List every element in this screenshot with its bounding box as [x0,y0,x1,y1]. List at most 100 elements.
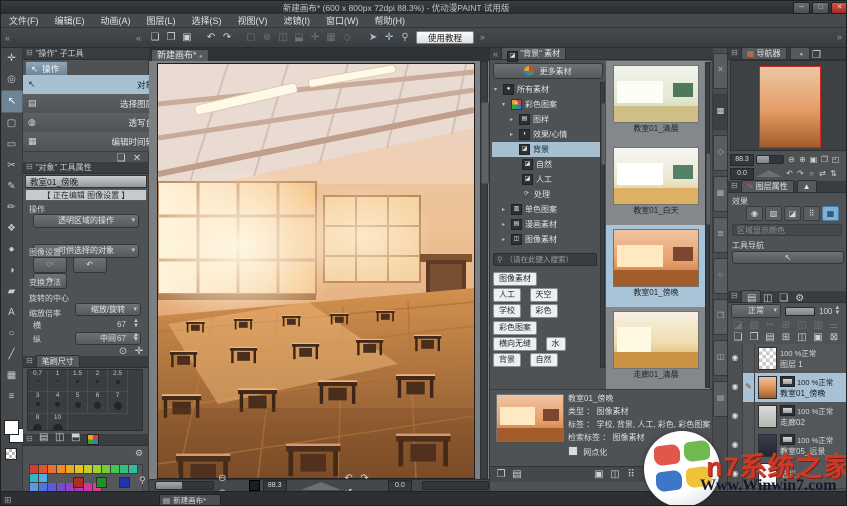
material-item-selected[interactable]: 教室01_傍晚 [606,225,706,307]
tool-icon[interactable]: ▰ [2,281,22,302]
panel-menu-icon[interactable]: ⊟ [26,433,33,445]
undo-redo-icon[interactable]: ↶ [203,30,219,45]
brush-size-cell[interactable]: 0.7 [28,370,48,392]
layer-tool-icon[interactable]: ⊞ [778,330,794,345]
menu-item[interactable]: 动画(A) [93,14,139,28]
file-tool-icon[interactable]: ▣ [179,30,195,45]
tree-item-mono-pattern[interactable]: ▸▥单色图案 [492,202,610,217]
navigator-rotate-icon[interactable]: ⇄ [817,168,828,179]
effect-icon[interactable]: ⠿ [803,206,820,221]
transparent-color-swatch[interactable] [5,448,17,460]
collapse-chevron-icon[interactable]: « [5,33,10,43]
wrench-icon[interactable]: ⚙ [135,448,143,459]
canvas-zoom-slider[interactable] [155,481,214,490]
tag-school[interactable]: 学校 [493,304,521,318]
tool-icon[interactable]: ≡ [2,386,22,407]
navigator-rotate-slider[interactable] [756,170,782,177]
navigator-rotate-icon[interactable]: ○ [806,168,817,179]
color-swatch[interactable] [30,474,39,483]
material-panel-tab[interactable]: ◪ "背景" 素材 [501,47,566,59]
maximize-button[interactable]: □ [812,2,829,14]
material-item[interactable]: 教室01_清晨 [606,61,706,143]
layer-thumbnail[interactable] [758,347,777,370]
navigator-zoom-icon[interactable]: ❐ [819,154,830,165]
material-view-icon[interactable]: ▣ [591,467,607,482]
canvas-rotate-slider[interactable] [301,482,341,490]
expand-chevron-icon[interactable]: » [837,32,842,42]
menu-item[interactable]: 视图(V) [230,14,276,28]
layer-link-column[interactable] [743,402,755,431]
layer-thumbnail[interactable] [758,434,777,457]
collapse-chevron-icon[interactable]: « [136,33,141,43]
tree-item-all-materials[interactable]: ▾●所有素材 [492,82,602,97]
tag-water[interactable]: 水 [546,337,566,351]
color-swatch[interactable] [30,465,39,474]
minimize-button[interactable]: ─ [793,2,810,14]
layer-link-column[interactable] [743,460,755,488]
material-strip-icon[interactable]: ≣ [713,217,728,253]
tag-color-pattern[interactable]: 彩色图案 [493,321,537,335]
edit-pencil-icon[interactable]: ✎ [743,373,755,402]
color-set-tab-icon[interactable]: ⬒ [68,430,84,445]
nav-tool-icon[interactable]: ✛ [381,30,397,45]
tool-icon[interactable]: ↖ [1,90,23,113]
menu-item[interactable]: 编辑(E) [47,14,93,28]
collapse-chevron-icon[interactable]: « [493,49,498,59]
nav-tool-icon[interactable]: ⚲ [397,30,413,45]
tool-icon[interactable]: ❖ [2,218,22,239]
brush-size-cell[interactable]: 4 [48,392,68,414]
opacity-slider[interactable] [785,307,815,316]
transform-method-dropdown[interactable]: 缩放/旋转 [75,303,141,316]
layer-thumbnail[interactable] [758,405,777,428]
material-list-scrollbar[interactable] [705,62,710,388]
material-folder-icon[interactable]: ❐ [493,467,509,482]
layer-visibility-eye-icon[interactable]: ◉ [728,402,743,431]
layer-tool-icon[interactable]: ❐ [746,330,762,345]
eyedropper-icon[interactable]: ⚲ [139,475,146,486]
zoom-icon[interactable]: ⊖ [214,471,230,486]
navigator-tab[interactable]: ▦ 导航器 [741,47,787,59]
layer-link-column[interactable] [743,431,755,460]
layer-row[interactable]: ◉ 100 %正常 走廊02 [728,402,847,432]
tag-sky[interactable]: 天空 [530,288,558,302]
rotate-icon[interactable]: ↶ [341,471,357,486]
tag-image-material[interactable]: 图像素材 [493,272,537,286]
navigator-preview[interactable] [730,60,847,151]
color-set-colorful-tab-icon[interactable] [87,434,99,445]
brush-size-cell[interactable]: 1 [48,370,68,392]
color-swatch[interactable] [57,465,66,474]
effect-caret-icon[interactable]: ▾ [836,209,839,216]
menu-item[interactable]: 帮助(H) [367,14,414,28]
tree-item-color-pattern[interactable]: ▾✕彩色图案 [492,97,610,112]
canvas-document[interactable] [157,63,475,479]
tool-icon[interactable]: ✛ [2,48,22,69]
subtool-group-tab[interactable]: ↖ 操作 [25,61,68,76]
material-search-box[interactable]: ⚲ （请在此键入搜索） [493,253,597,266]
tutorial-button[interactable]: 使用教程 [416,31,474,44]
recent-color-swatch[interactable] [96,477,107,488]
navigator-zoom-icon[interactable]: ⊖ [786,154,797,165]
rotate-icon[interactable]: ↷ [357,471,373,486]
tool-icon[interactable]: ✏ [2,197,22,218]
material-strip-icon[interactable]: ▩ [713,94,728,130]
brush-size-cell[interactable]: 7 [108,392,128,414]
brush-size-cell[interactable]: 10 [48,414,68,431]
color-swatch[interactable] [102,465,111,474]
tag-background[interactable]: 背景 [493,353,521,367]
layer-tool-icon[interactable]: ▣ [810,330,826,345]
layer-row-selected[interactable]: ◉ ✎ 100 %正常 教室01_傍晚 [728,373,847,403]
tool-icon[interactable]: ✂ [2,155,22,176]
foreground-color-swatch[interactable] [4,420,19,435]
panel-menu-icon[interactable]: ⊟ [26,161,33,173]
color-set-tab-icon[interactable]: ◫ [52,430,68,445]
tool-icon[interactable]: ◎ [2,69,22,90]
document-chip[interactable]: ▤ 新建画布* [159,494,221,506]
panel-menu-icon[interactable]: ⊟ [26,47,33,59]
panel-menu-icon[interactable]: ⊟ [731,180,738,192]
tag-artificial[interactable]: 人工 [493,288,521,302]
close-button[interactable]: ✕ [831,2,847,14]
subtool-item-edit-timeline[interactable]: ▦ 编辑时间轴 [23,132,159,152]
effect-icon[interactable]: ◉ [746,206,763,221]
subtool-item-light-table[interactable]: ◍ 透写台 [23,113,159,133]
navigator-zoom-icon[interactable]: ◰ [830,154,841,165]
